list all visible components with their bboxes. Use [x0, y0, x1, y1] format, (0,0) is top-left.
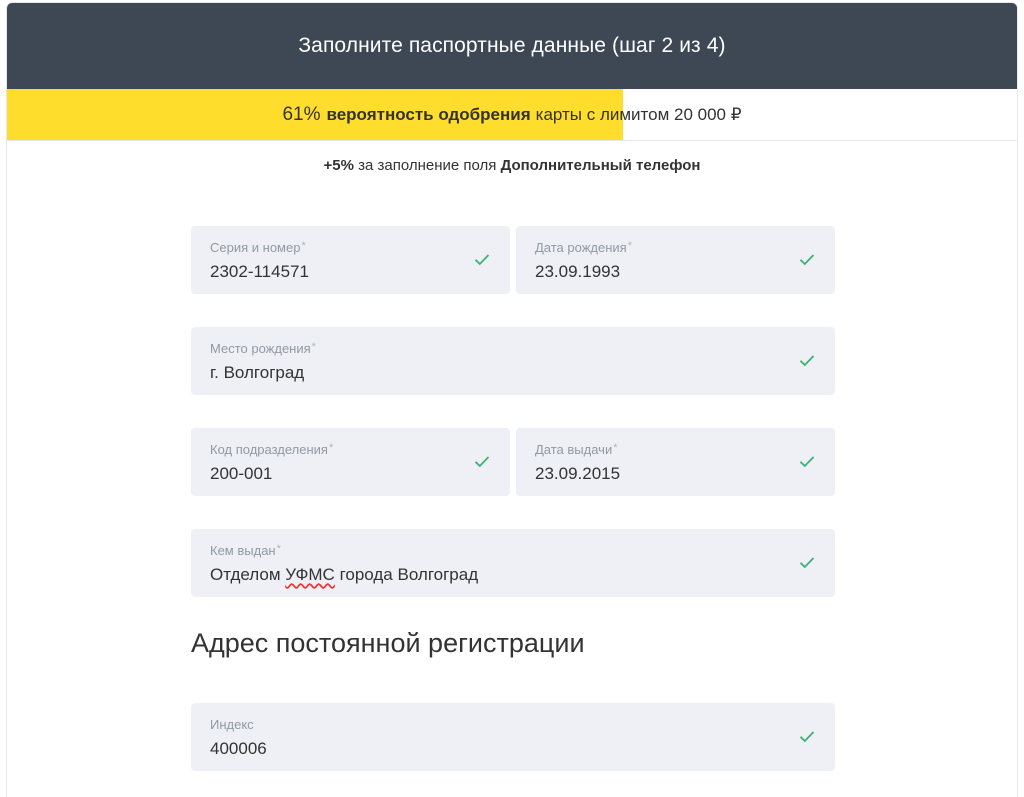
approval-probability-text: 61% вероятность одобрения карты с лимито… — [7, 89, 1017, 140]
postal-index-value: 400006 — [210, 739, 267, 758]
check-icon — [799, 456, 815, 468]
issued-by-spellcheck-word: УФМС — [285, 565, 335, 584]
issued-by-field[interactable]: Кем выдан* Отделом УФМС города Волгоград — [191, 529, 835, 597]
passport-series-field[interactable]: Серия и номер* 2302-114571 — [191, 226, 510, 294]
issued-by-value: Отделом УФМС города Волгоград — [210, 565, 478, 585]
issue-date-field[interactable]: Дата выдачи* 23.09.2015 — [516, 428, 835, 496]
birth-place-label-text: Место рождения — [210, 341, 311, 356]
birth-date-label-text: Дата рождения — [535, 240, 627, 255]
birth-date-label: Дата рождения* — [535, 240, 632, 255]
birth-place-value: г. Волгоград — [210, 363, 305, 382]
required-mark: * — [311, 341, 316, 353]
birth-place-field[interactable]: Место рождения* г. Волгоград — [191, 327, 835, 395]
issue-date-label-text: Дата выдачи — [535, 442, 613, 457]
check-icon — [474, 254, 490, 266]
postal-index-label: Индекс — [210, 717, 254, 732]
issued-by-label: Кем выдан* — [210, 543, 281, 558]
issued-by-value-end: города Волгоград — [334, 565, 479, 584]
department-code-label: Код подразделения* — [210, 442, 333, 457]
bonus-percent: +5% — [323, 157, 354, 174]
required-mark: * — [613, 442, 618, 454]
birth-place-label: Место рождения* — [210, 341, 316, 356]
required-mark: * — [627, 240, 632, 252]
postal-index-field[interactable]: Индекс 400006 — [191, 703, 835, 771]
check-icon — [799, 355, 815, 367]
issued-by-value-start: Отделом — [210, 565, 286, 584]
check-icon — [474, 456, 490, 468]
department-code-field[interactable]: Код подразделения* 200-001 — [191, 428, 510, 496]
approval-percent: 61% — [282, 103, 321, 125]
approval-probability-bar: 61% вероятность одобрения карты с лимито… — [7, 89, 1017, 141]
bonus-hint: +5% за заполнение поля Дополнительный те… — [7, 157, 1017, 174]
department-code-value: 200-001 — [210, 464, 273, 483]
department-code-label-text: Код подразделения — [210, 442, 328, 457]
approval-limit-text: карты с лимитом 20 000 ₽ — [535, 104, 742, 124]
page: Заполните паспортные данные (шаг 2 из 4)… — [0, 0, 1024, 797]
issued-by-label-text: Кем выдан — [210, 543, 276, 558]
check-icon — [799, 254, 815, 266]
bonus-field-name: Дополнительный телефон — [500, 157, 701, 174]
required-mark: * — [276, 543, 281, 555]
issue-date-value: 23.09.2015 — [535, 464, 621, 483]
issue-date-label: Дата выдачи* — [535, 442, 618, 457]
form-header: Заполните паспортные данные (шаг 2 из 4) — [7, 3, 1017, 89]
check-icon — [799, 731, 815, 743]
passport-series-label: Серия и номер* — [210, 240, 306, 255]
passport-series-label-text: Серия и номер — [210, 240, 301, 255]
birth-date-value: 23.09.1993 — [535, 262, 621, 281]
registration-address-heading: Адрес постоянной регистрации — [191, 628, 585, 658]
check-icon — [799, 557, 815, 569]
required-mark: * — [328, 442, 334, 454]
birth-date-field[interactable]: Дата рождения* 23.09.1993 — [516, 226, 835, 294]
application-form-card: Заполните паспортные данные (шаг 2 из 4)… — [6, 2, 1018, 797]
bonus-text: за заполнение поля — [358, 157, 497, 174]
required-mark: * — [301, 240, 306, 252]
approval-bold-text: вероятность одобрения — [326, 104, 531, 124]
form-title: Заполните паспортные данные (шаг 2 из 4) — [298, 34, 726, 57]
passport-series-value: 2302-114571 — [210, 262, 309, 281]
